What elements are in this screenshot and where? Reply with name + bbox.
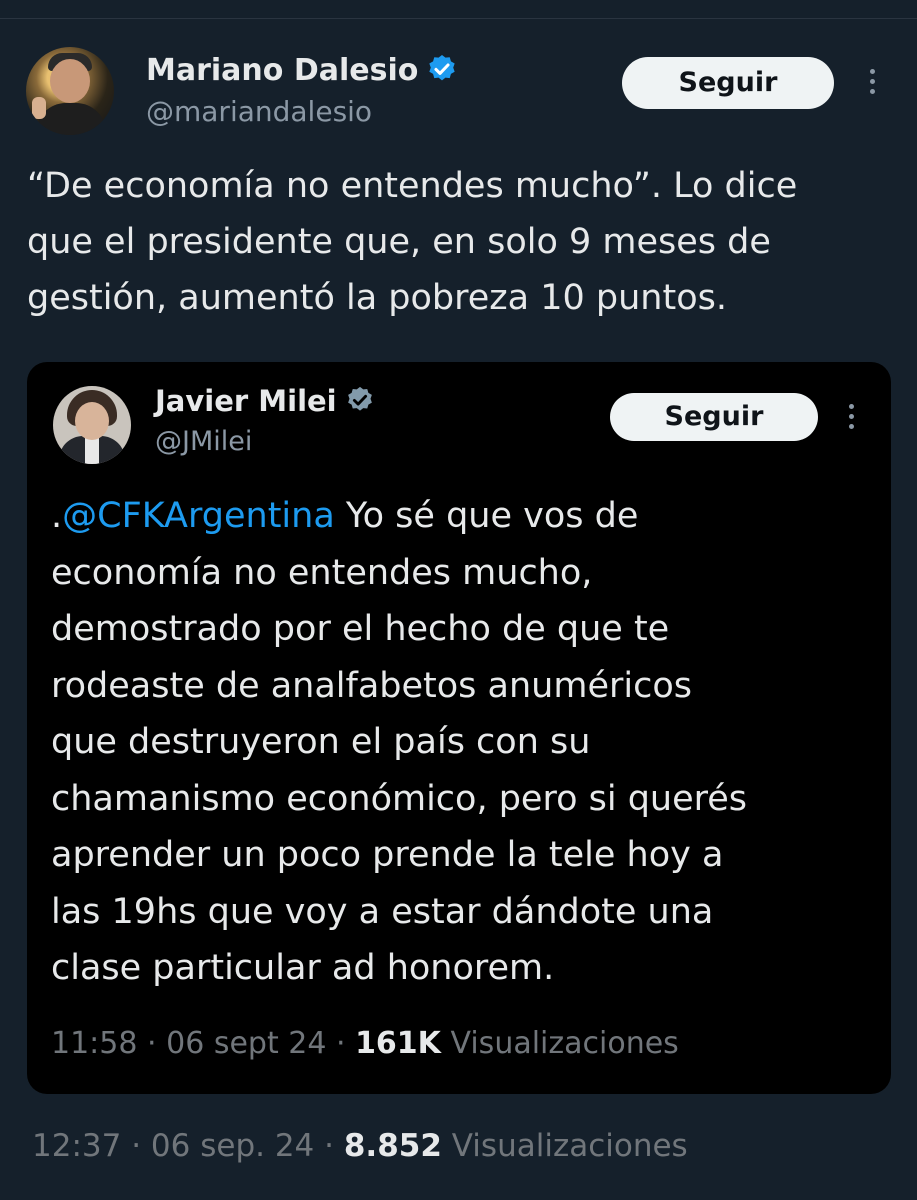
avatar[interactable] bbox=[26, 47, 114, 135]
author-name[interactable]: Mariano Dalesio bbox=[146, 53, 458, 88]
views-label: Visualizaciones bbox=[451, 1128, 688, 1164]
verified-badge-icon bbox=[347, 386, 372, 411]
author-handle[interactable]: @mariandalesio bbox=[146, 95, 372, 128]
quoted-time[interactable]: 11:58 bbox=[51, 1026, 137, 1061]
quoted-date[interactable]: 06 sept 24 bbox=[166, 1026, 326, 1061]
more-options-icon[interactable] bbox=[868, 69, 876, 99]
tweet-header: Mariano Dalesio @mariandalesio Seguir bbox=[26, 47, 891, 137]
tweet-text: “De economía no entendes mucho”. Lo dice… bbox=[27, 166, 798, 318]
quoted-tweet[interactable]: Javier Milei @JMilei Seguir .@CFKArgenti… bbox=[27, 362, 891, 1094]
verified-badge-icon bbox=[429, 54, 456, 80]
quoted-author-handle[interactable]: @JMilei bbox=[155, 426, 252, 457]
quoted-tweet-text: .@CFKArgentina Yo sé que vos de economía… bbox=[51, 496, 748, 988]
top-divider bbox=[0, 18, 917, 19]
mention-link[interactable]: @CFKArgentina bbox=[62, 496, 335, 536]
quoted-tweet-meta: 11:58 · 06 sept 24 · 161K Visualizacione… bbox=[51, 1026, 679, 1061]
quoted-more-options-icon[interactable] bbox=[847, 404, 855, 434]
view-count: 8.852 bbox=[343, 1128, 442, 1164]
follow-button[interactable]: Seguir bbox=[622, 57, 834, 109]
quoted-follow-button[interactable]: Seguir bbox=[610, 393, 818, 441]
tweet-meta: 12:37 · 06 sep. 24 · 8.852 Visualizacion… bbox=[32, 1128, 688, 1164]
quoted-views-label: Visualizaciones bbox=[450, 1026, 679, 1061]
quoted-author-name[interactable]: Javier Milei bbox=[155, 384, 375, 418]
quoted-avatar[interactable] bbox=[53, 386, 131, 464]
tweet-time[interactable]: 12:37 bbox=[32, 1128, 121, 1164]
tweet-date[interactable]: 06 sep. 24 bbox=[151, 1128, 314, 1164]
quoted-view-count: 161K bbox=[355, 1026, 441, 1061]
